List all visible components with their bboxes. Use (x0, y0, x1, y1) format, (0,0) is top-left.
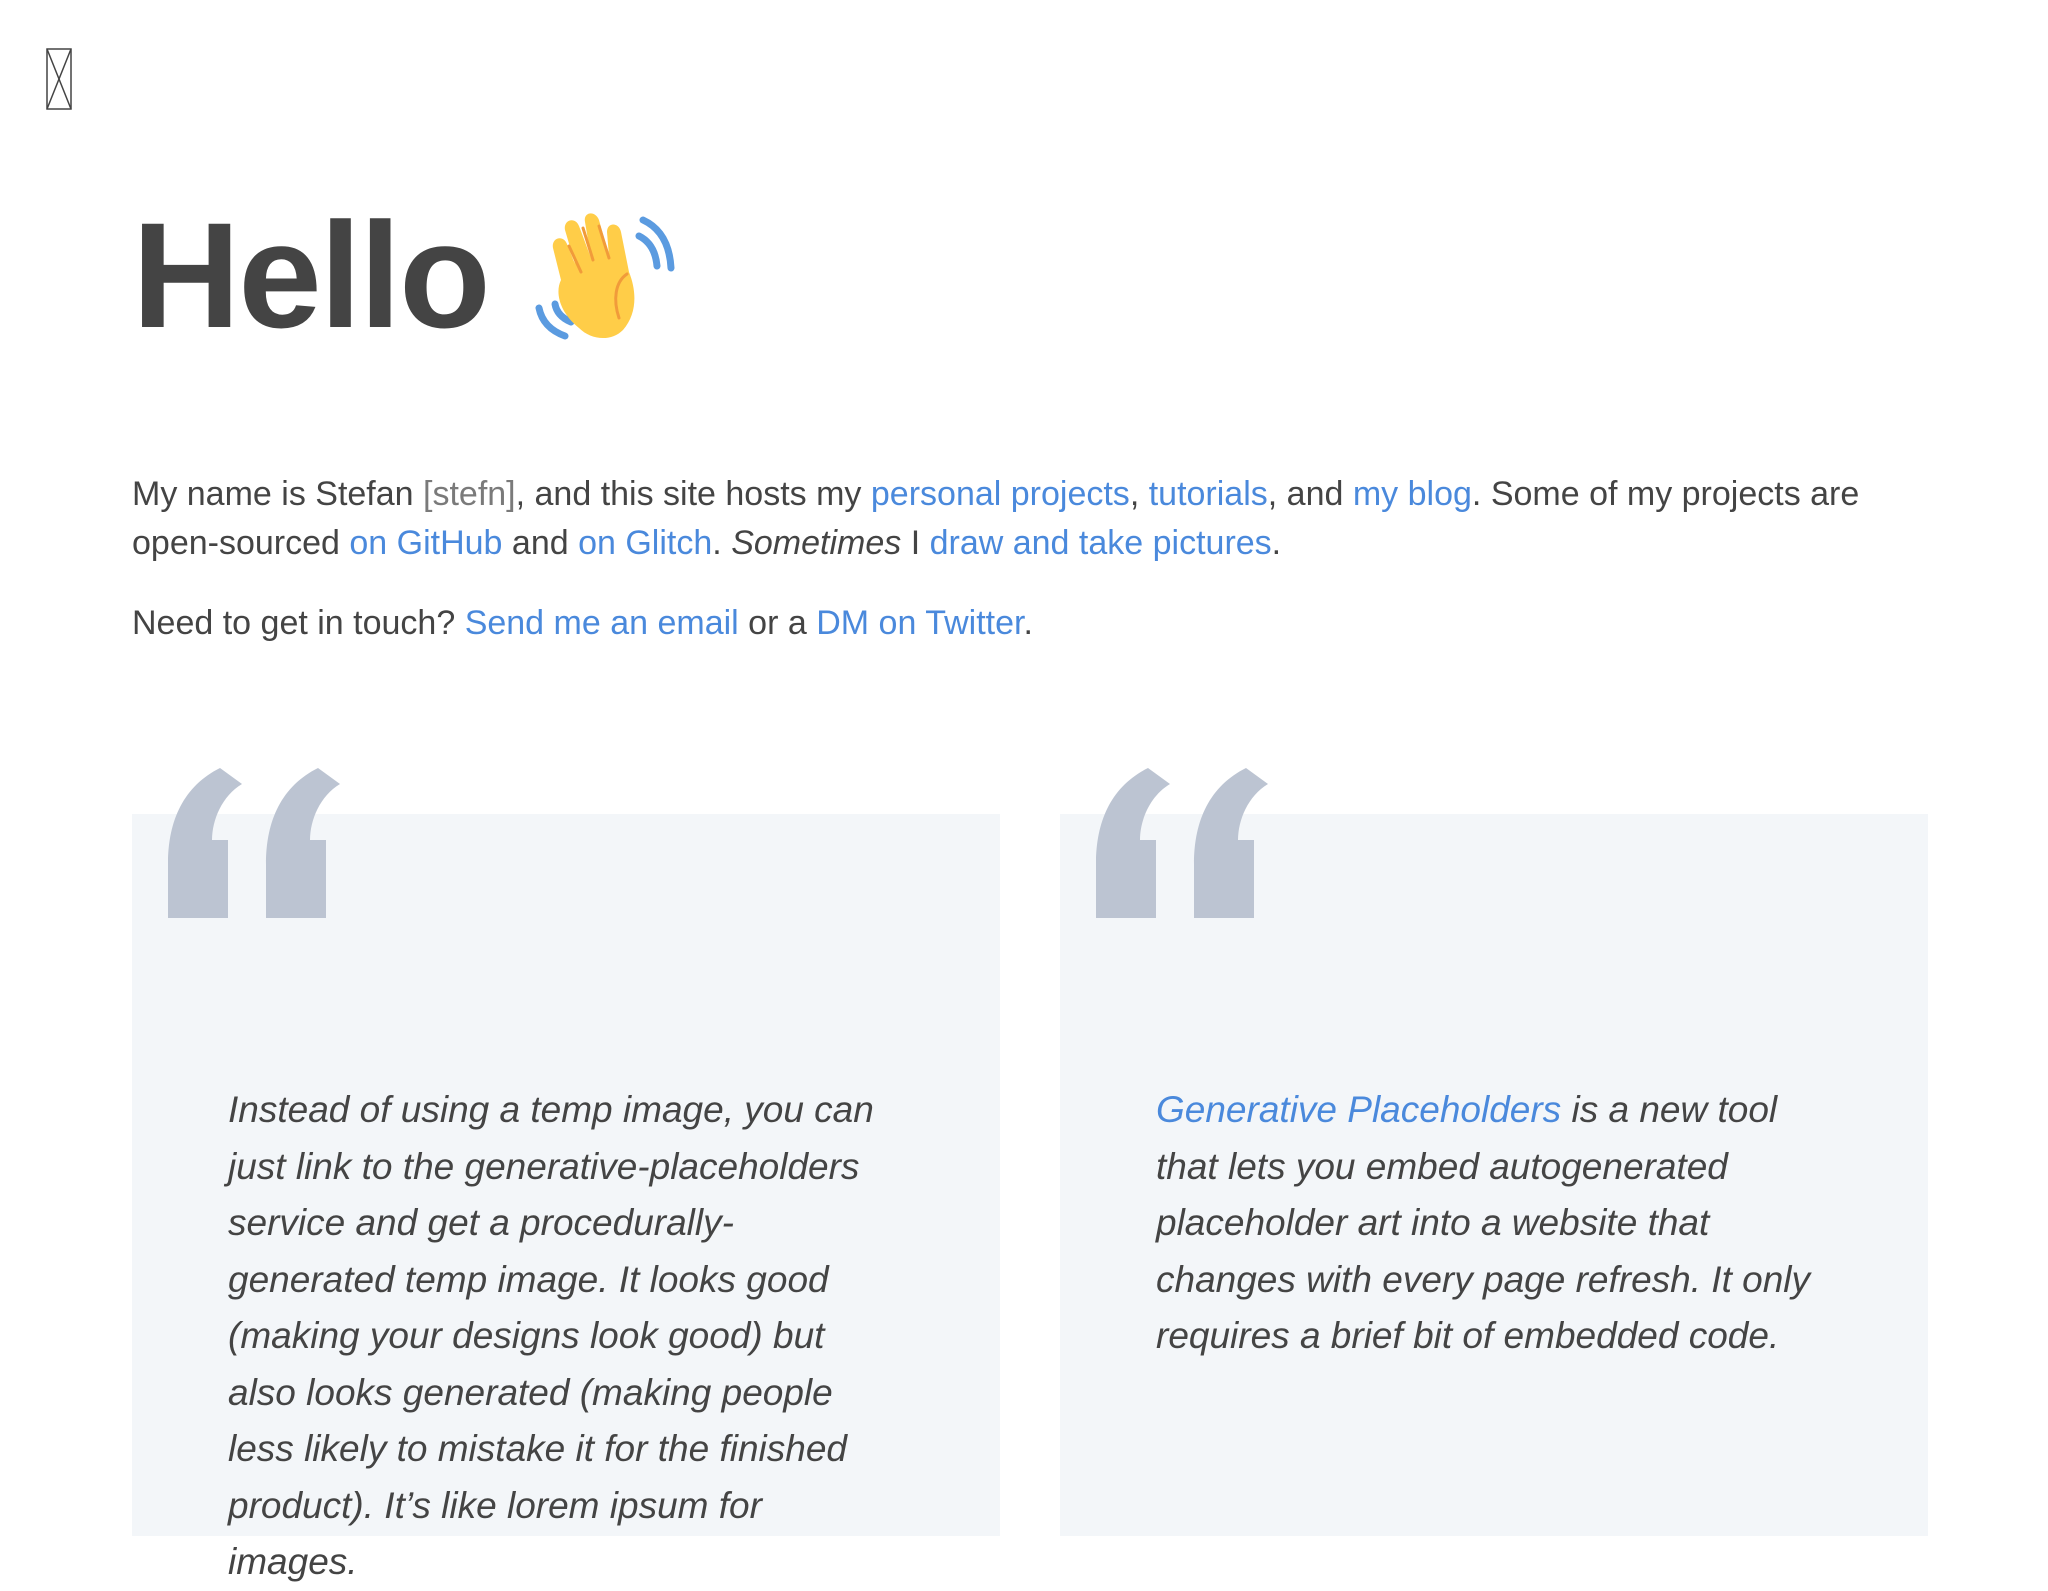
hero: Hello (132, 180, 1932, 370)
intro-text: I (901, 524, 930, 562)
intro-text: . (712, 524, 732, 562)
twitter-dm-link[interactable]: DM on Twitter (816, 604, 1023, 642)
tutorials-link[interactable]: tutorials (1149, 475, 1268, 513)
intro-paragraph: My name is Stefan [stefn], and this site… (132, 470, 1932, 568)
quote-mark-icon (1096, 768, 1268, 918)
intro-text: , (1129, 475, 1149, 513)
page-title: Hello (132, 191, 491, 359)
quote-mark-icon (168, 768, 340, 918)
glitch-link[interactable]: on Glitch (578, 524, 712, 562)
blog-link[interactable]: my blog (1353, 475, 1472, 513)
quote-card: Instead of using a temp image, you can j… (132, 814, 1000, 1582)
intro-text: , and this site hosts my (515, 475, 871, 513)
contact-text: or a (738, 604, 817, 642)
intro: My name is Stefan [stefn], and this site… (132, 470, 1932, 648)
draw-pictures-link[interactable]: draw and take pictures (930, 524, 1272, 562)
intro-text: . (1271, 524, 1282, 562)
broken-image-icon (46, 48, 72, 110)
contact-text: . (1023, 604, 1033, 642)
contact-paragraph: Need to get in touch? Send me an email o… (132, 599, 1932, 648)
quote-text: Generative Placeholders is a new tool th… (1156, 1082, 1816, 1365)
github-link[interactable]: on GitHub (349, 524, 502, 562)
email-link[interactable]: Send me an email (465, 604, 739, 642)
quote-text: Instead of using a temp image, you can j… (228, 1089, 874, 1582)
contact-text: Need to get in touch? (132, 604, 465, 642)
intro-text: and (502, 524, 579, 562)
main-content: Hello My name is Stefan [stefn], and thi… (132, 180, 1932, 648)
generative-placeholders-link[interactable]: Generative Placeholders (1156, 1089, 1561, 1130)
quote-card: Generative Placeholders is a new tool th… (1060, 814, 1928, 1536)
waving-hand-icon (535, 213, 675, 340)
intro-text: My name is Stefan (132, 475, 424, 513)
pronunciation: [stefn] (423, 475, 516, 513)
personal-projects-link[interactable]: personal projects (871, 475, 1130, 513)
sometimes-text: Sometimes (731, 524, 902, 562)
intro-text: , and (1267, 475, 1353, 513)
quote-cards: Instead of using a temp image, you can j… (132, 768, 1932, 1582)
